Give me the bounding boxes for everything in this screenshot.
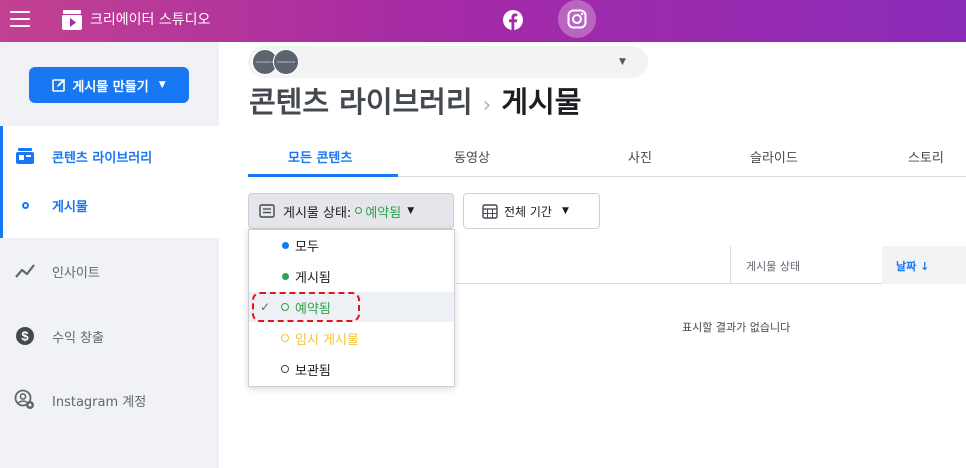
sidebar-item-content-library[interactable]: 콘텐츠 라이브러리 bbox=[0, 138, 219, 174]
option-label: 모두 bbox=[295, 239, 319, 255]
create-post-button[interactable]: 게시물 만들기 ▼ bbox=[29, 67, 189, 103]
svg-text:$: $ bbox=[21, 329, 29, 344]
tab-photos[interactable]: 사진 bbox=[628, 147, 652, 166]
breadcrumb-parent[interactable]: 콘텐츠 라이브러리 bbox=[249, 85, 473, 119]
sidebar-item-monetization[interactable]: $ 수익 창출 bbox=[0, 318, 219, 354]
ring-dot-icon bbox=[14, 194, 36, 216]
status-option-archived[interactable]: 보관됨 bbox=[249, 354, 454, 384]
green-dot-icon bbox=[282, 272, 289, 280]
facebook-icon[interactable] bbox=[502, 9, 524, 31]
insights-icon bbox=[14, 260, 36, 282]
sidebar-item-label: 수익 창출 bbox=[52, 330, 104, 346]
post-status-filter[interactable]: 게시물 상태: 예약됨 ▼ bbox=[248, 193, 454, 229]
top-bar: 크리에이터 스튜디오 bbox=[0, 0, 966, 42]
table-header: 게시물 상태 날짜 ↓ bbox=[456, 246, 966, 284]
app-title: 크리에이터 스튜디오 bbox=[90, 12, 211, 28]
active-tab-indicator bbox=[248, 174, 398, 177]
blue-dot-icon bbox=[282, 241, 289, 249]
option-label: 보관됨 bbox=[295, 363, 331, 379]
scheduled-ring-icon bbox=[355, 207, 363, 214]
sidebar-item-posts[interactable]: 게시물 bbox=[0, 187, 219, 223]
avatar: SAGEWOOD bbox=[273, 49, 299, 75]
status-option-all[interactable]: 모두 bbox=[249, 230, 454, 260]
column-header-status[interactable]: 게시물 상태 bbox=[746, 258, 800, 274]
breadcrumb-current: 게시물 bbox=[501, 85, 582, 119]
tab-slides[interactable]: 슬라이드 bbox=[750, 147, 798, 166]
tab-videos[interactable]: 동영상 bbox=[454, 147, 490, 166]
list-icon bbox=[259, 204, 275, 218]
date-range-label: 전체 기간 bbox=[504, 204, 552, 219]
arrow-down-icon: ↓ bbox=[920, 260, 930, 273]
chevron-down-icon[interactable]: ▼ bbox=[619, 57, 626, 67]
highlight-annotation bbox=[252, 292, 360, 322]
breadcrumb-separator-icon: › bbox=[482, 93, 492, 118]
instagram-icon bbox=[567, 9, 587, 29]
content-library-icon bbox=[14, 145, 36, 167]
sidebar-item-label: 콘텐츠 라이브러리 bbox=[52, 150, 153, 166]
column-header-date[interactable]: 날짜 ↓ bbox=[896, 258, 929, 274]
sidebar-item-label: 인사이트 bbox=[52, 265, 100, 281]
content-tabs: 모든 콘텐츠 동영상 사진 슬라이드 스토리 bbox=[248, 141, 966, 177]
tab-all-content[interactable]: 모든 콘텐츠 bbox=[288, 147, 352, 166]
date-range-filter[interactable]: 전체 기간 ▼ bbox=[463, 193, 600, 229]
sidebar-item-instagram-account[interactable]: Instagram 계정 bbox=[0, 382, 219, 418]
column-divider bbox=[730, 246, 731, 284]
page-title: 콘텐츠 라이브러리 › 게시물 bbox=[249, 82, 581, 126]
option-label: 게시됨 bbox=[295, 270, 331, 286]
status-filter-value: 예약됨 bbox=[365, 205, 402, 221]
account-selector[interactable]: SAGEWOOD SAGEWOOD bbox=[248, 46, 648, 78]
creator-studio-logo-icon bbox=[62, 10, 82, 30]
sidebar-item-label: Instagram 계정 bbox=[52, 394, 147, 410]
create-post-label: 게시물 만들기 bbox=[72, 79, 149, 95]
menu-icon[interactable] bbox=[10, 11, 30, 27]
chevron-down-icon: ▼ bbox=[561, 206, 569, 216]
sidebar: 게시물 만들기 ▼ 콘텐츠 라이브러리 게시물 인사이트 $ 수익 창출 Ins… bbox=[0, 42, 219, 468]
gray-ring-icon bbox=[281, 365, 289, 373]
instagram-tab[interactable] bbox=[558, 0, 596, 38]
status-option-published[interactable]: 게시됨 bbox=[249, 261, 454, 291]
sidebar-item-insights[interactable]: 인사이트 bbox=[0, 253, 219, 289]
empty-state-message: 표시할 결과가 없습니다 bbox=[682, 321, 791, 334]
chevron-down-icon: ▼ bbox=[407, 206, 415, 216]
account-settings-icon bbox=[14, 389, 36, 411]
dollar-icon: $ bbox=[14, 325, 36, 347]
status-filter-label: 게시물 상태: bbox=[283, 205, 352, 221]
chevron-down-icon: ▼ bbox=[158, 80, 166, 90]
calendar-icon bbox=[482, 204, 498, 219]
status-option-draft[interactable]: 임시 게시물 bbox=[249, 323, 454, 353]
tab-stories[interactable]: 스토리 bbox=[908, 147, 944, 166]
yellow-ring-icon bbox=[281, 334, 289, 342]
option-label: 임시 게시물 bbox=[295, 332, 359, 348]
edit-icon bbox=[52, 78, 66, 92]
sidebar-item-label: 게시물 bbox=[52, 199, 88, 215]
